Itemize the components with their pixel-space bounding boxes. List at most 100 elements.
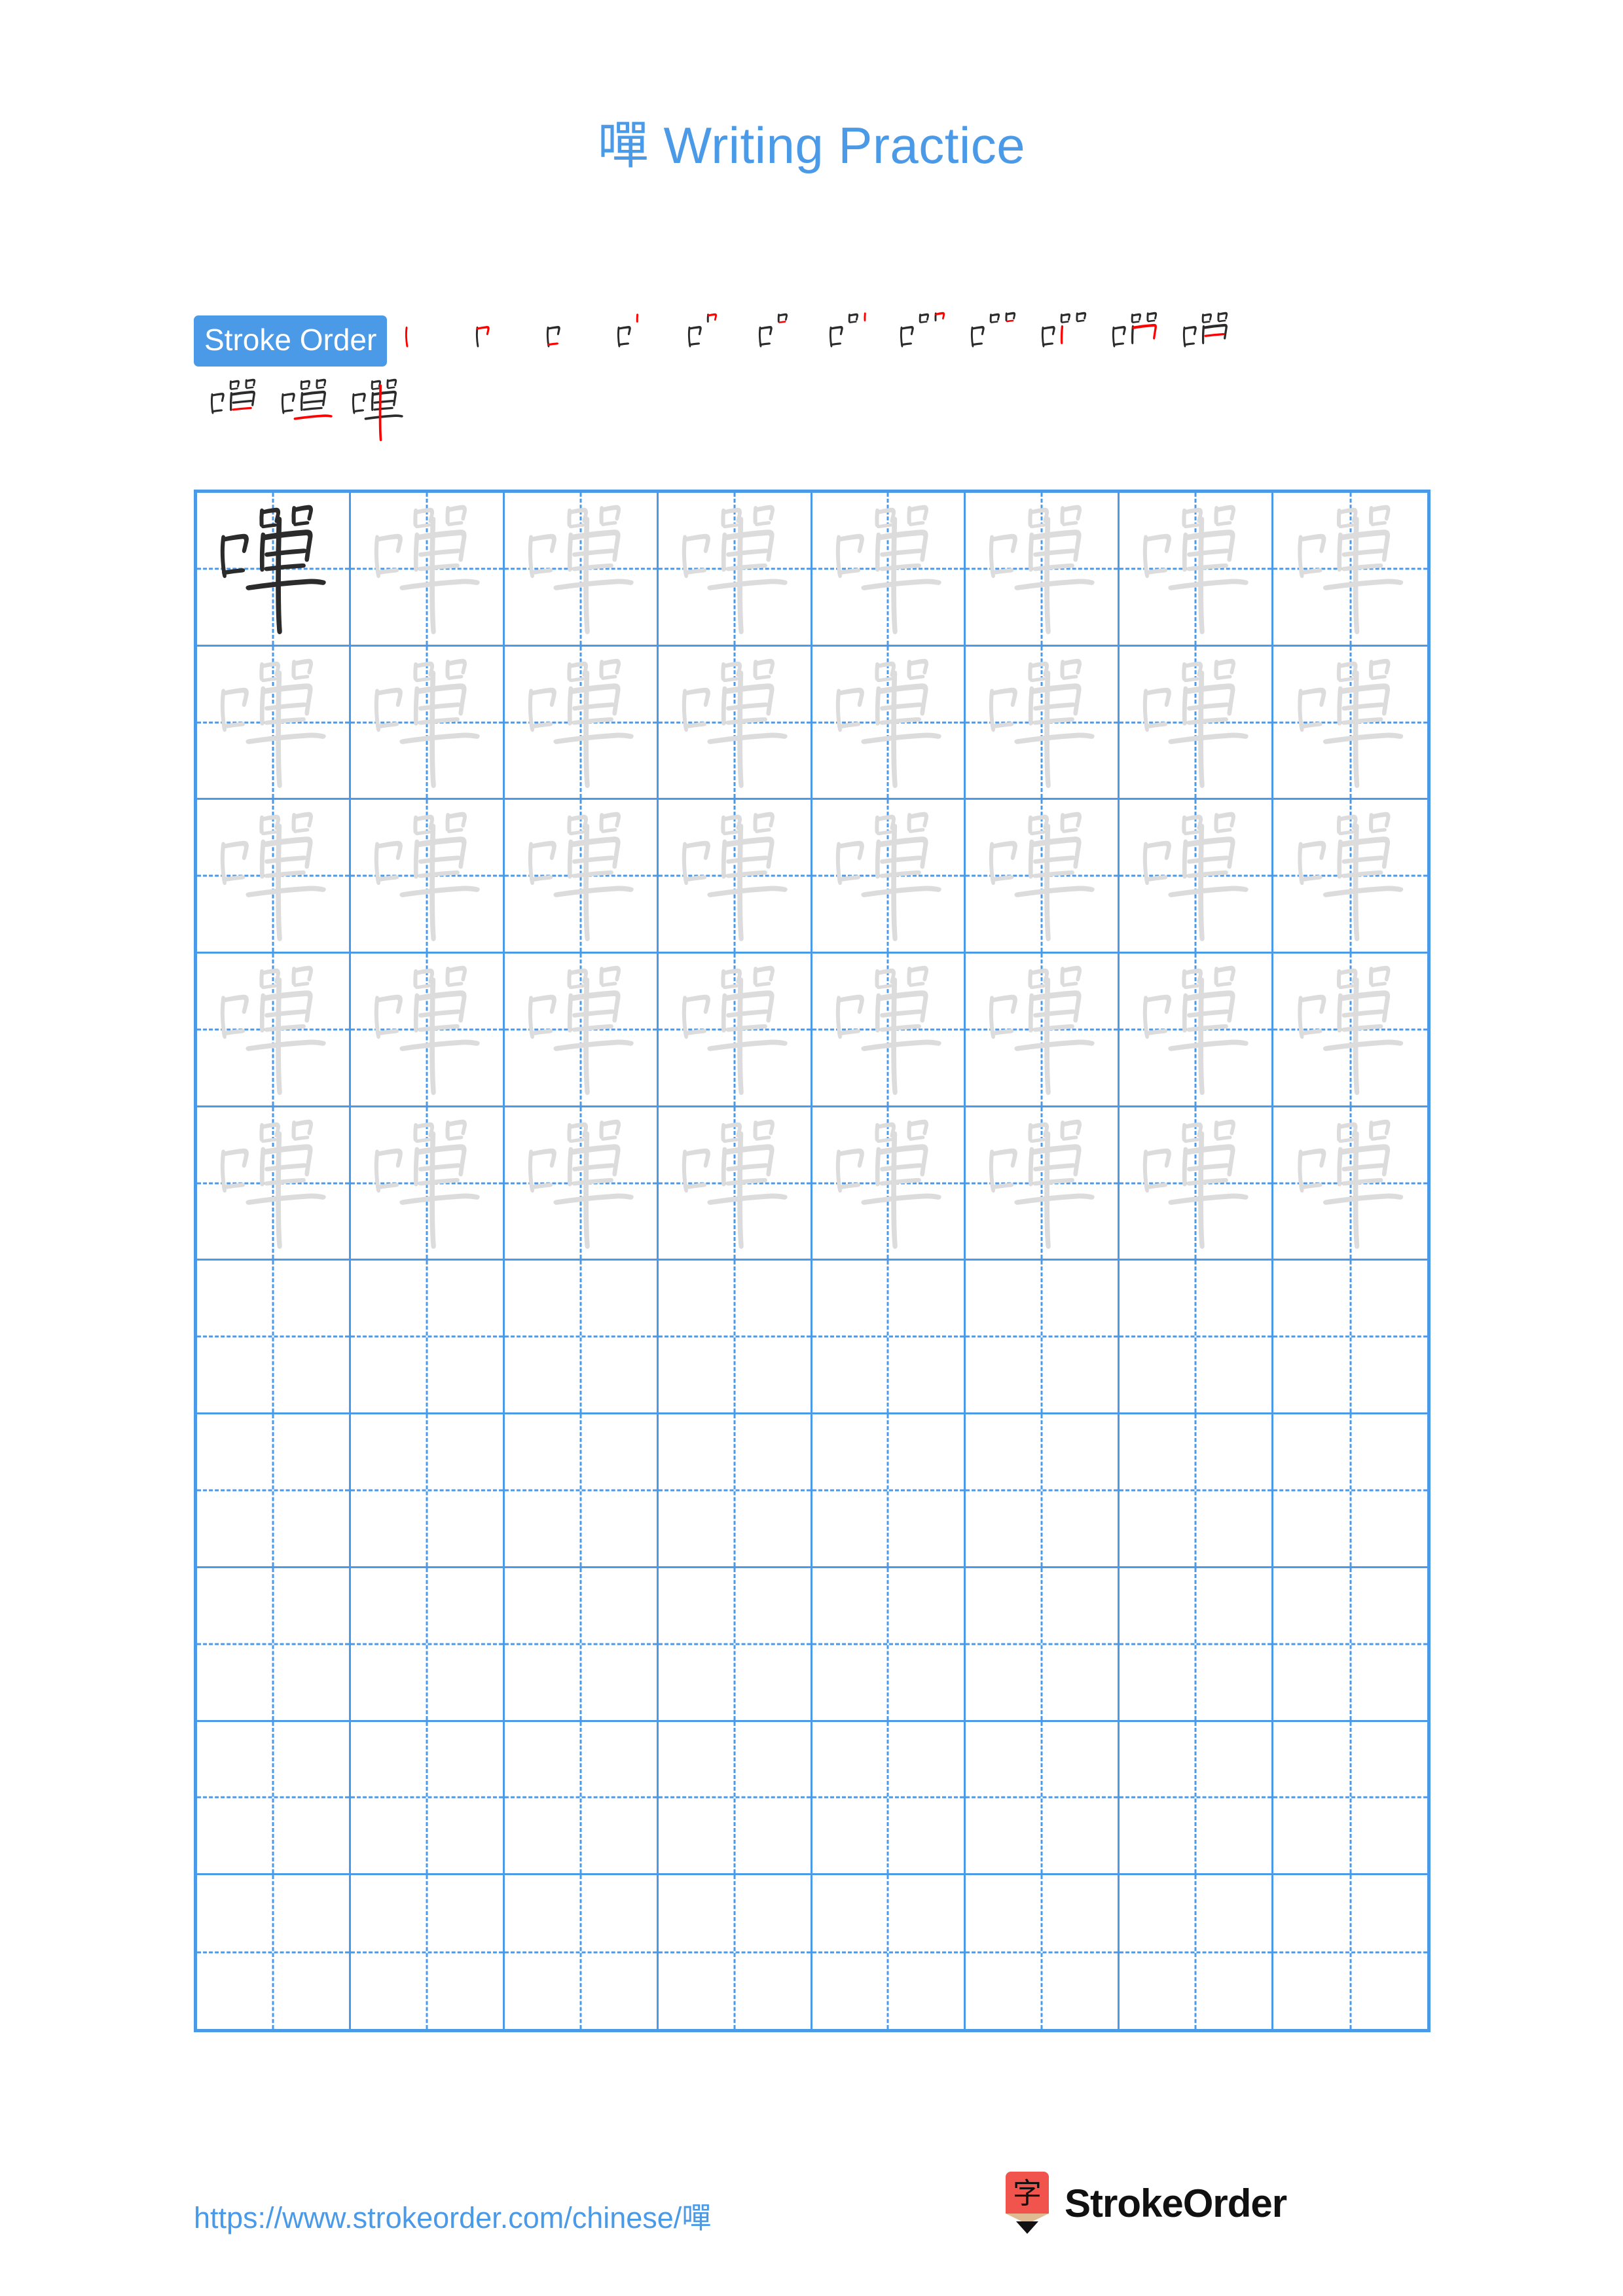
practice-cell[interactable] — [658, 1721, 812, 1876]
stroke-2 — [221, 994, 249, 1014]
stroke-11 — [1339, 529, 1391, 562]
practice-cell[interactable] — [812, 646, 966, 800]
practice-cell[interactable] — [659, 1875, 812, 2029]
practice-cell[interactable] — [658, 493, 812, 647]
stroke-13 — [418, 1024, 460, 1032]
practice-cell[interactable] — [1120, 1414, 1274, 1568]
practice-cell[interactable] — [1273, 1414, 1427, 1568]
practice-cell[interactable] — [504, 493, 659, 647]
practice-cell[interactable] — [504, 1721, 659, 1876]
practice-cell[interactable] — [350, 1721, 505, 1876]
practice-cell[interactable] — [812, 1107, 966, 1261]
stroke-13 — [264, 870, 306, 878]
practice-cell[interactable] — [350, 1107, 505, 1261]
practice-cell[interactable] — [504, 800, 659, 954]
practice-cell[interactable] — [350, 954, 505, 1107]
stroke-2 — [837, 687, 864, 707]
practice-cell[interactable] — [1120, 1875, 1274, 2029]
practice-cell[interactable] — [812, 954, 966, 1107]
practice-cell[interactable] — [1273, 493, 1427, 647]
practice-cell[interactable] — [505, 1875, 659, 2029]
practice-cell[interactable] — [966, 1875, 1120, 2029]
stroke-12 — [302, 399, 323, 404]
practice-cell[interactable] — [966, 954, 1120, 1107]
practice-cell[interactable] — [812, 1414, 966, 1568]
practice-cell[interactable] — [1120, 493, 1274, 647]
practice-cell[interactable] — [966, 493, 1120, 647]
practice-cell[interactable] — [350, 646, 505, 800]
practice-cell[interactable] — [812, 1261, 966, 1415]
practice-cell[interactable] — [658, 1568, 812, 1722]
trace-character — [197, 954, 349, 1105]
stroke-13 — [264, 1024, 306, 1032]
practice-cell[interactable] — [197, 646, 351, 800]
stroke-2 — [837, 841, 864, 861]
practice-cell[interactable] — [658, 1107, 812, 1261]
practice-cell[interactable] — [966, 646, 1120, 800]
practice-cell[interactable] — [350, 1568, 505, 1722]
practice-cell[interactable] — [1273, 800, 1427, 954]
practice-cell[interactable] — [1273, 1722, 1427, 1876]
practice-cell[interactable] — [1120, 646, 1274, 800]
practice-cell[interactable] — [966, 1414, 1120, 1568]
stroke-11 — [1184, 990, 1235, 1023]
practice-cell[interactable] — [658, 646, 812, 800]
stroke-8 — [754, 812, 775, 828]
practice-cell[interactable] — [197, 800, 351, 954]
practice-cell[interactable] — [197, 954, 351, 1107]
practice-cell[interactable] — [1273, 1875, 1427, 2029]
footer-logo[interactable]: 字 StrokeOrder — [1002, 2172, 1287, 2234]
practice-cell[interactable] — [1120, 954, 1274, 1107]
practice-cell[interactable] — [350, 800, 505, 954]
practice-cell[interactable] — [197, 493, 351, 647]
stroke-8 — [1061, 812, 1082, 828]
practice-cell[interactable] — [658, 1414, 812, 1568]
stroke-13 — [1341, 717, 1383, 725]
practice-cell[interactable] — [350, 1414, 505, 1568]
practice-cell[interactable] — [966, 1261, 1120, 1415]
stroke-step-9 — [959, 307, 1030, 375]
practice-cell[interactable] — [1273, 1568, 1427, 1722]
practice-cell[interactable] — [1120, 800, 1274, 954]
practice-cell[interactable] — [197, 1568, 351, 1722]
practice-cell[interactable] — [1120, 1107, 1274, 1261]
stroke-11 — [877, 990, 928, 1023]
practice-cell[interactable] — [1120, 1261, 1274, 1415]
practice-cell[interactable] — [812, 1568, 966, 1722]
practice-cell[interactable] — [966, 1721, 1120, 1876]
practice-cell[interactable] — [197, 1721, 351, 1876]
practice-cell[interactable] — [658, 1261, 812, 1415]
practice-cell[interactable] — [504, 954, 659, 1107]
practice-cell[interactable] — [966, 800, 1120, 954]
footer-url[interactable]: https://www.strokeorder.com/chinese/嘽 — [194, 2194, 711, 2236]
practice-cell[interactable] — [658, 800, 812, 954]
practice-cell[interactable] — [197, 1107, 351, 1261]
practice-cell[interactable] — [1273, 1261, 1427, 1415]
practice-cell[interactable] — [351, 1875, 505, 2029]
practice-cell[interactable] — [812, 493, 966, 647]
trace-character — [812, 647, 964, 798]
practice-cell[interactable] — [504, 1107, 659, 1261]
practice-cell[interactable] — [197, 1261, 351, 1415]
practice-cell[interactable] — [1273, 1107, 1427, 1261]
practice-cell[interactable] — [812, 1875, 966, 2029]
practice-cell[interactable] — [504, 1261, 659, 1415]
practice-cell[interactable] — [1120, 1721, 1274, 1876]
stroke-11 — [1132, 323, 1158, 340]
practice-cell[interactable] — [812, 800, 966, 954]
practice-cell[interactable] — [504, 646, 659, 800]
practice-cell[interactable] — [350, 1261, 505, 1415]
practice-cell[interactable] — [966, 1568, 1120, 1722]
practice-cell[interactable] — [197, 1875, 351, 2029]
stroke-2 — [529, 1148, 556, 1168]
practice-cell[interactable] — [1273, 647, 1427, 800]
practice-cell[interactable] — [350, 493, 505, 647]
practice-cell[interactable] — [812, 1721, 966, 1876]
practice-cell[interactable] — [966, 1107, 1120, 1261]
practice-cell[interactable] — [197, 1414, 351, 1568]
practice-cell[interactable] — [1120, 1568, 1274, 1722]
practice-cell[interactable] — [504, 1568, 659, 1722]
practice-cell[interactable] — [658, 954, 812, 1107]
practice-cell[interactable] — [504, 1414, 659, 1568]
practice-cell[interactable] — [1273, 954, 1427, 1107]
